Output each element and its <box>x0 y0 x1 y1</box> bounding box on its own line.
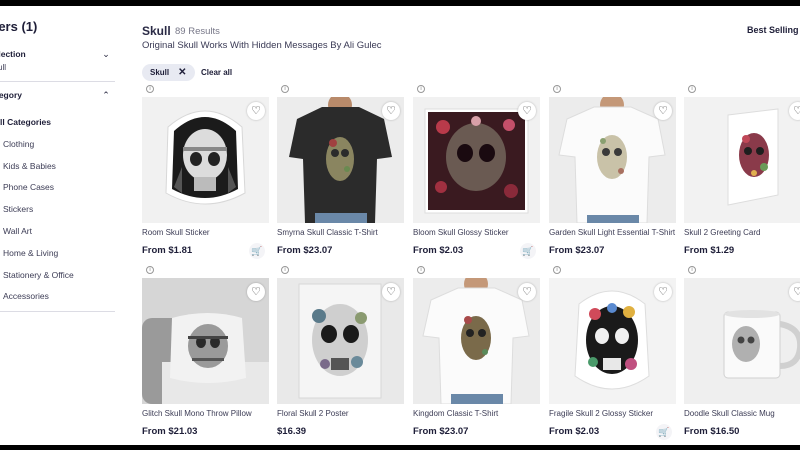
heart-icon[interactable]: ♡ <box>382 102 400 120</box>
product-price: From $2.03 <box>549 426 600 437</box>
app-frame: ters (1) llection ⌄ ull tegory ⌃ ll Cate… <box>0 6 800 445</box>
cart-icon[interactable]: 🛒 <box>656 424 672 440</box>
category-item-stationery-office[interactable]: Stationery & Office <box>3 270 74 292</box>
page-title: Skull <box>142 24 171 38</box>
product-price: From $23.07 <box>413 426 469 437</box>
info-icon[interactable]: i <box>417 85 425 93</box>
product-price: From $2.03 <box>413 245 464 256</box>
product-price: From $16.50 <box>684 426 740 437</box>
product-image[interactable] <box>684 278 800 404</box>
category-list: ll Categories Clothing Kids & Babies Pho… <box>0 117 74 313</box>
heart-icon[interactable]: ♡ <box>789 102 800 120</box>
product-name[interactable]: Glitch Skull Mono Throw Pillow <box>142 409 252 418</box>
clear-all-button[interactable]: Clear all <box>201 68 232 77</box>
product-name[interactable]: Doodle Skull Classic Mug <box>684 409 775 418</box>
product-price: From $23.07 <box>277 245 333 256</box>
info-icon[interactable]: i <box>688 85 696 93</box>
heart-icon[interactable]: ♡ <box>247 283 265 301</box>
product-name[interactable]: Smyrna Skull Classic T-Shirt <box>277 228 378 237</box>
info-icon[interactable]: i <box>281 266 289 274</box>
chevron-up-icon[interactable]: ⌃ <box>101 90 111 100</box>
results-main: Skull 89 Results Original Skull Works Wi… <box>142 6 800 445</box>
sort-dropdown[interactable]: Best Selling <box>747 25 799 35</box>
heart-icon[interactable]: ♡ <box>789 283 800 301</box>
category-item-accessories[interactable]: Accessories <box>3 291 74 313</box>
category-heading[interactable]: tegory <box>0 90 22 100</box>
category-item-stickers[interactable]: Stickers <box>3 204 74 226</box>
result-count: 89 Results <box>175 26 220 37</box>
product-name[interactable]: Floral Skull 2 Poster <box>277 409 349 418</box>
collection-heading[interactable]: llection <box>0 49 26 59</box>
info-icon[interactable]: i <box>146 85 154 93</box>
product-price: From $1.81 <box>142 245 193 256</box>
category-item-home-living[interactable]: Home & Living <box>3 248 74 270</box>
heart-icon[interactable]: ♡ <box>382 283 400 301</box>
sidebar-divider <box>0 81 115 82</box>
product-name[interactable]: Bloom Skull Glossy Sticker <box>413 228 509 237</box>
product-name[interactable]: Skull 2 Greeting Card <box>684 228 760 237</box>
heart-icon[interactable]: ♡ <box>247 102 265 120</box>
product-name[interactable]: Garden Skull Light Essential T-Shirt <box>549 228 675 237</box>
product-price: From $1.29 <box>684 245 735 256</box>
product-price: From $23.07 <box>549 245 605 256</box>
product-name[interactable]: Kingdom Classic T-Shirt <box>413 409 498 418</box>
sidebar-divider <box>0 311 115 312</box>
info-icon[interactable]: i <box>281 85 289 93</box>
info-icon[interactable]: i <box>417 266 425 274</box>
filter-sidebar: ters (1) llection ⌄ ull tegory ⌃ ll Cate… <box>0 6 118 445</box>
heart-icon[interactable]: ♡ <box>654 283 672 301</box>
chip-label: Skull <box>150 68 170 77</box>
chevron-down-icon[interactable]: ⌄ <box>101 49 111 59</box>
category-item-clothing[interactable]: Clothing <box>3 139 74 161</box>
info-icon[interactable]: i <box>146 266 154 274</box>
info-icon[interactable]: i <box>688 266 696 274</box>
category-item-kids-babies[interactable]: Kids & Babies <box>3 161 74 183</box>
product-price: From $21.03 <box>142 426 198 437</box>
category-item-phone-cases[interactable]: Phone Cases <box>3 182 74 204</box>
heart-icon[interactable]: ♡ <box>654 102 672 120</box>
category-item-wall-art[interactable]: Wall Art <box>3 226 74 248</box>
product-image[interactable] <box>684 97 800 223</box>
collection-value: ull <box>0 63 7 72</box>
cart-icon[interactable]: 🛒 <box>520 243 536 259</box>
cart-icon[interactable]: 🛒 <box>249 243 265 259</box>
page-subtitle[interactable]: Original Skull Works With Hidden Message… <box>142 40 382 51</box>
info-icon[interactable]: i <box>553 266 561 274</box>
filters-title: ters (1) <box>0 19 38 34</box>
category-item-all[interactable]: ll Categories <box>0 117 74 139</box>
product-price: $16.39 <box>277 426 307 437</box>
product-name[interactable]: Room Skull Sticker <box>142 228 210 237</box>
info-icon[interactable]: i <box>553 85 561 93</box>
heart-icon[interactable]: ♡ <box>518 283 536 301</box>
filter-chip-skull[interactable]: Skull ✕ <box>142 64 195 81</box>
product-name[interactable]: Fragile Skull 2 Glossy Sticker <box>549 409 653 418</box>
close-icon[interactable]: ✕ <box>178 67 186 78</box>
heart-icon[interactable]: ♡ <box>518 102 536 120</box>
